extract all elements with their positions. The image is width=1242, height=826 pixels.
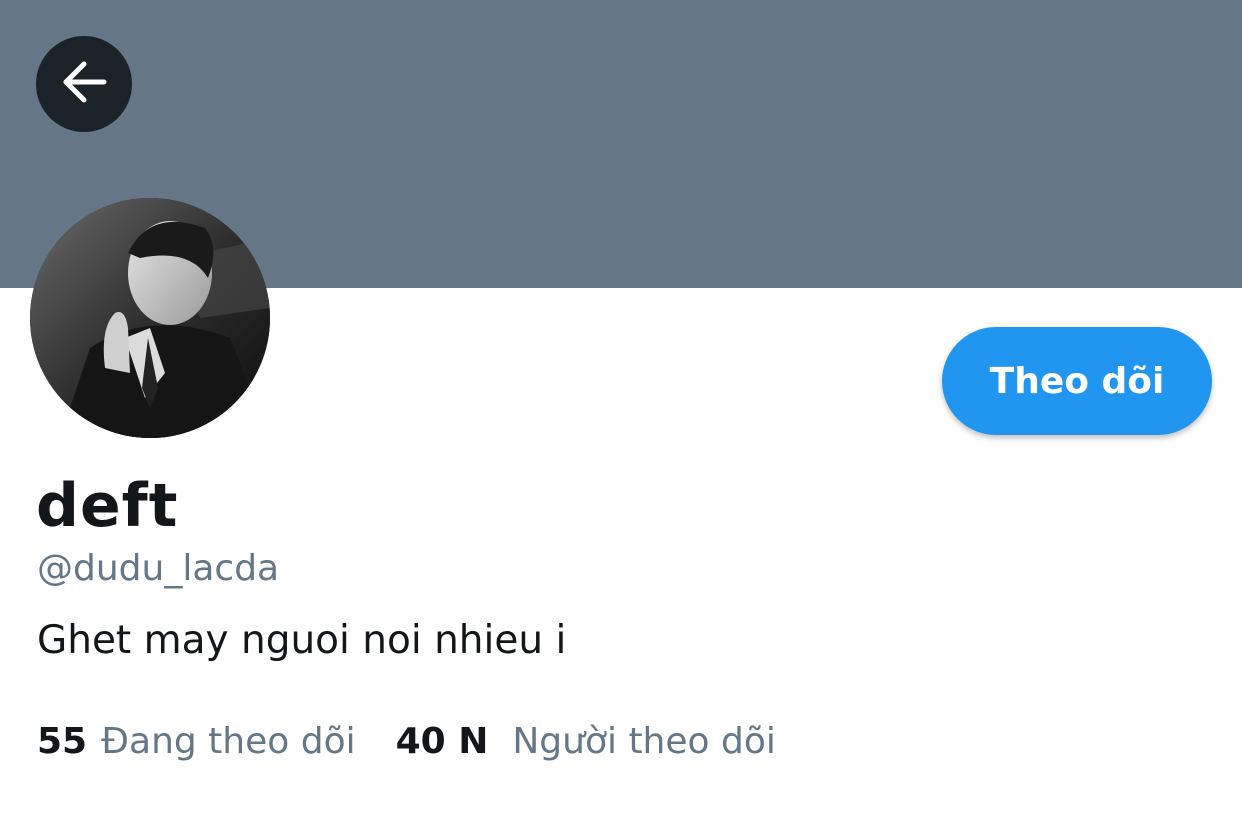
back-button[interactable] bbox=[36, 36, 132, 132]
profile-stats: 55 Đang theo dõi 40 N Người theo dõi bbox=[37, 718, 776, 766]
follow-button[interactable]: Theo dõi bbox=[942, 327, 1212, 435]
avatar[interactable] bbox=[30, 198, 270, 438]
followers-count: 40 N bbox=[395, 721, 489, 762]
profile-bio: Ghet may nguoi noi nhieu i bbox=[37, 618, 567, 663]
followers-stat[interactable]: 40 N Người theo dõi bbox=[396, 718, 776, 766]
following-label: Đang theo dõi bbox=[101, 721, 356, 762]
followers-label: Người theo dõi bbox=[512, 721, 776, 762]
arrow-left-icon bbox=[58, 56, 110, 113]
profile-page: Theo dõi deft @dudu_lacda Ghet may nguoi… bbox=[0, 0, 1242, 826]
following-count: 55 bbox=[37, 721, 88, 762]
display-name: deft bbox=[36, 471, 179, 541]
username-handle: @dudu_lacda bbox=[37, 548, 280, 589]
following-stat[interactable]: 55 Đang theo dõi bbox=[37, 718, 356, 766]
